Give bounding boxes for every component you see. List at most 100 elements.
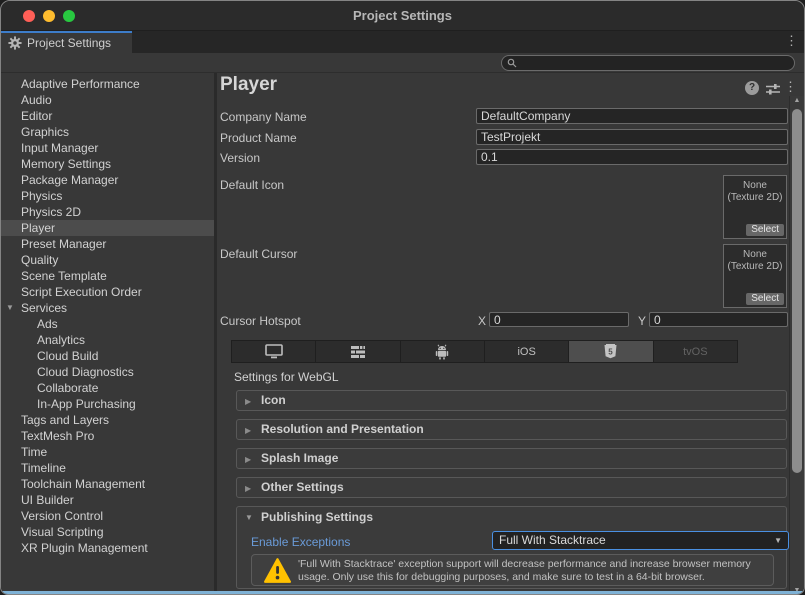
sidebar-item-player[interactable]: Player: [1, 220, 214, 236]
main-body: Adaptive Performance Audio Editor Graphi…: [1, 73, 804, 595]
default-cursor-select-button[interactable]: Select: [746, 293, 784, 305]
search-input[interactable]: [520, 57, 794, 69]
dropdown-caret-icon: ▼: [774, 532, 782, 549]
sidebar-item-textmesh-pro[interactable]: TextMesh Pro: [1, 428, 214, 444]
enable-exceptions-dropdown[interactable]: Full With Stacktrace ▼: [492, 531, 789, 550]
sidebar-item-xr-plugin-management[interactable]: XR Plugin Management: [1, 540, 214, 556]
platform-tab-android[interactable]: [401, 341, 485, 362]
platform-tab-webgl[interactable]: 5: [569, 341, 653, 362]
section-publishing-settings: ▼ Publishing Settings Enable Exceptions …: [236, 506, 787, 589]
panel-kebab-icon[interactable]: ⋮: [784, 79, 797, 95]
sidebar-item-ui-builder[interactable]: UI Builder: [1, 492, 214, 508]
chevron-down-icon: ▼: [6, 300, 14, 316]
default-icon-slot[interactable]: None(Texture 2D) Select: [723, 175, 787, 239]
help-icon[interactable]: ?: [745, 81, 759, 95]
sidebar-item-time[interactable]: Time: [1, 444, 214, 460]
platform-tabbar: iOS 5 tvOS: [231, 340, 738, 363]
cursor-hotspot-label: Cursor Hotspot: [220, 314, 301, 328]
chevron-right-icon: ▶: [245, 392, 251, 411]
sidebar-item-preset-manager[interactable]: Preset Manager: [1, 236, 214, 252]
window-bottom-edge: [1, 591, 804, 594]
chevron-right-icon: ▶: [245, 450, 251, 469]
search-icon: [507, 58, 517, 68]
company-name-label: Company Name: [220, 110, 307, 124]
svg-text:5: 5: [609, 348, 614, 357]
settings-for-heading: Settings for WebGL: [234, 370, 339, 384]
sidebar-item-ads[interactable]: Ads: [1, 316, 214, 332]
warning-icon: [264, 558, 291, 583]
version-field[interactable]: [476, 149, 788, 165]
default-cursor-label: Default Cursor: [220, 247, 297, 261]
chevron-right-icon: ▶: [245, 421, 251, 440]
sidebar-item-physics-2d[interactable]: Physics 2D: [1, 204, 214, 220]
chevron-right-icon: ▶: [245, 479, 251, 498]
sidebar-item-timeline[interactable]: Timeline: [1, 460, 214, 476]
tab-project-settings[interactable]: Project Settings: [1, 31, 132, 53]
hotspot-y-field[interactable]: [649, 312, 788, 327]
player-settings-panel: Player ? ⋮ Company Name Product Name Ver…: [217, 73, 789, 595]
search-box[interactable]: [501, 55, 795, 71]
titlebar: Project Settings: [1, 1, 804, 31]
platform-tab-dedicated-server[interactable]: [316, 341, 400, 362]
platform-tab-standalone[interactable]: [232, 341, 316, 362]
editor-tabbar: Project Settings ⋮: [1, 31, 804, 53]
sidebar-item-analytics[interactable]: Analytics: [1, 332, 214, 348]
hotspot-x-field[interactable]: [489, 312, 629, 327]
scroll-up-icon[interactable]: ▲: [790, 97, 804, 104]
section-splash-image[interactable]: ▶ Splash Image: [236, 448, 787, 469]
hotspot-x-label: X: [478, 314, 486, 328]
sidebar-item-visual-scripting[interactable]: Visual Scripting: [1, 524, 214, 540]
tab-label: Project Settings: [27, 36, 111, 50]
toolbar: [1, 53, 804, 73]
scrollbar-thumb[interactable]: [792, 109, 802, 473]
warning-text: 'Full With Stacktrace' exception support…: [298, 558, 765, 584]
sidebar-item-graphics[interactable]: Graphics: [1, 124, 214, 140]
default-cursor-slot[interactable]: None(Texture 2D) Select: [723, 244, 787, 308]
window-title: Project Settings: [1, 8, 804, 23]
sidebar-item-collaborate[interactable]: Collaborate: [1, 380, 214, 396]
publishing-settings-header[interactable]: ▼ Publishing Settings: [237, 507, 786, 528]
enable-exceptions-label: Enable Exceptions: [251, 535, 350, 549]
settings-sidebar: Adaptive Performance Audio Editor Graphi…: [1, 73, 214, 595]
content-scrollbar[interactable]: ▲ ▼: [789, 96, 804, 595]
sidebar-item-adaptive-performance[interactable]: Adaptive Performance: [1, 76, 214, 92]
hotspot-y-label: Y: [638, 314, 646, 328]
sidebar-item-cloud-diagnostics[interactable]: Cloud Diagnostics: [1, 364, 214, 380]
sidebar-item-cloud-build[interactable]: Cloud Build: [1, 348, 214, 364]
project-settings-window: Project Settings Project Settings: [0, 0, 805, 595]
product-name-label: Product Name: [220, 131, 297, 145]
platform-tab-tvos[interactable]: tvOS: [654, 341, 737, 362]
sidebar-item-in-app-purchasing[interactable]: In-App Purchasing: [1, 396, 214, 412]
section-other-settings[interactable]: ▶ Other Settings: [236, 477, 787, 498]
page-title: Player: [220, 74, 277, 96]
sidebar-item-scene-template[interactable]: Scene Template: [1, 268, 214, 284]
sidebar-item-version-control[interactable]: Version Control: [1, 508, 214, 524]
chevron-down-icon: ▼: [245, 508, 253, 528]
version-label: Version: [220, 151, 260, 165]
tabbar-kebab-icon[interactable]: ⋮: [785, 33, 798, 49]
default-icon-select-button[interactable]: Select: [746, 224, 784, 236]
monitor-icon: [265, 344, 283, 359]
company-name-field[interactable]: [476, 108, 788, 124]
server-icon: [350, 345, 366, 359]
default-icon-label: Default Icon: [220, 178, 284, 192]
section-resolution-and-presentation[interactable]: ▶ Resolution and Presentation: [236, 419, 787, 440]
sidebar-item-toolchain-management[interactable]: Toolchain Management: [1, 476, 214, 492]
sidebar-item-memory-settings[interactable]: Memory Settings: [1, 156, 214, 172]
gear-icon: [8, 36, 22, 50]
platform-tab-ios[interactable]: iOS: [485, 341, 569, 362]
sidebar-item-package-manager[interactable]: Package Manager: [1, 172, 214, 188]
sidebar-item-physics[interactable]: Physics: [1, 188, 214, 204]
sidebar-item-quality[interactable]: Quality: [1, 252, 214, 268]
section-icon[interactable]: ▶ Icon: [236, 390, 787, 411]
html5-icon: 5: [604, 344, 617, 359]
sidebar-item-editor[interactable]: Editor: [1, 108, 214, 124]
sidebar-item-services[interactable]: ▼Services: [1, 300, 214, 316]
preset-icon[interactable]: [766, 82, 780, 100]
sidebar-item-audio[interactable]: Audio: [1, 92, 214, 108]
sidebar-item-script-execution-order[interactable]: Script Execution Order: [1, 284, 214, 300]
product-name-field[interactable]: [476, 129, 788, 145]
sidebar-item-tags-and-layers[interactable]: Tags and Layers: [1, 412, 214, 428]
exception-warning-box: 'Full With Stacktrace' exception support…: [251, 554, 774, 586]
sidebar-item-input-manager[interactable]: Input Manager: [1, 140, 214, 156]
